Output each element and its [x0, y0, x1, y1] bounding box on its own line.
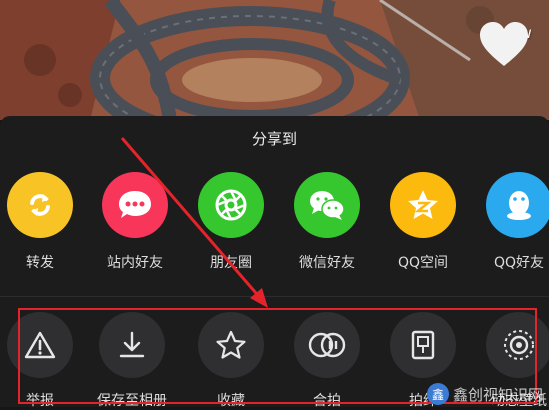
warning-triangle-icon[interactable] [7, 312, 73, 378]
action-favorite[interactable]: 收藏 [189, 312, 273, 410]
live-wallpaper-icon[interactable] [486, 312, 549, 378]
share-target-label: 微信好友 [299, 255, 355, 271]
share-target-qzone[interactable]: QQ空间 [383, 172, 463, 272]
share-target-wechat[interactable]: 微信好友 [287, 172, 367, 272]
star-icon[interactable] [198, 312, 264, 378]
moments-aperture-icon[interactable] [198, 172, 264, 238]
share-target-repost[interactable]: 转发 [0, 172, 80, 272]
action-label: 举报 [26, 393, 54, 409]
qzone-star-icon[interactable] [390, 172, 456, 238]
heart-icon[interactable] [479, 22, 529, 68]
aerial-road-illustration [0, 0, 549, 120]
action-duet[interactable]: 合拍 [285, 312, 369, 410]
chat-bubble-icon[interactable] [102, 172, 168, 238]
video-frame[interactable]: 13.0w [0, 0, 549, 120]
qq-penguin-icon[interactable] [486, 172, 549, 238]
share-target-label: 朋友圈 [210, 255, 252, 271]
share-target-label: 转发 [26, 255, 54, 271]
share-target-label: QQ好友 [493, 255, 545, 271]
share-target-label: 站内好友 [107, 255, 163, 271]
wechat-icon[interactable] [294, 172, 360, 238]
action-label: 合拍 [313, 393, 341, 409]
share-target-qq[interactable]: QQ好友 [479, 172, 549, 272]
download-icon[interactable] [99, 312, 165, 378]
watermark-text: 鑫创视知识网 [452, 385, 543, 404]
action-report[interactable]: 举报 [0, 312, 82, 410]
watermark-logo-icon: 鑫 [426, 383, 449, 405]
watermark: 鑫 鑫创视知识网 [426, 383, 543, 405]
share-target-label: QQ空间 [397, 255, 449, 271]
stitch-icon[interactable] [390, 312, 456, 378]
action-save-to-album[interactable]: 保存至相册 [90, 312, 174, 410]
share-targets-row: 转发 站内好友 朋友圈 微信好友 QQ空间 QQ好友 [0, 172, 549, 282]
share-sheet-title: 分享到 [251, 130, 297, 148]
action-label: 保存至相册 [97, 393, 167, 409]
action-label: 收藏 [217, 393, 245, 409]
duet-icon[interactable] [294, 312, 360, 378]
share-target-moments[interactable]: 朋友圈 [191, 172, 271, 272]
like-group[interactable]: 13.0w [479, 22, 539, 66]
repost-icon[interactable] [7, 172, 73, 238]
section-divider [0, 296, 549, 297]
share-sheet: 分享到 转发 站内好友 朋友圈 微信好友 QQ空间 QQ好友 举报 保存至相册 … [0, 116, 549, 410]
share-target-inbox-friend[interactable]: 站内好友 [95, 172, 175, 272]
